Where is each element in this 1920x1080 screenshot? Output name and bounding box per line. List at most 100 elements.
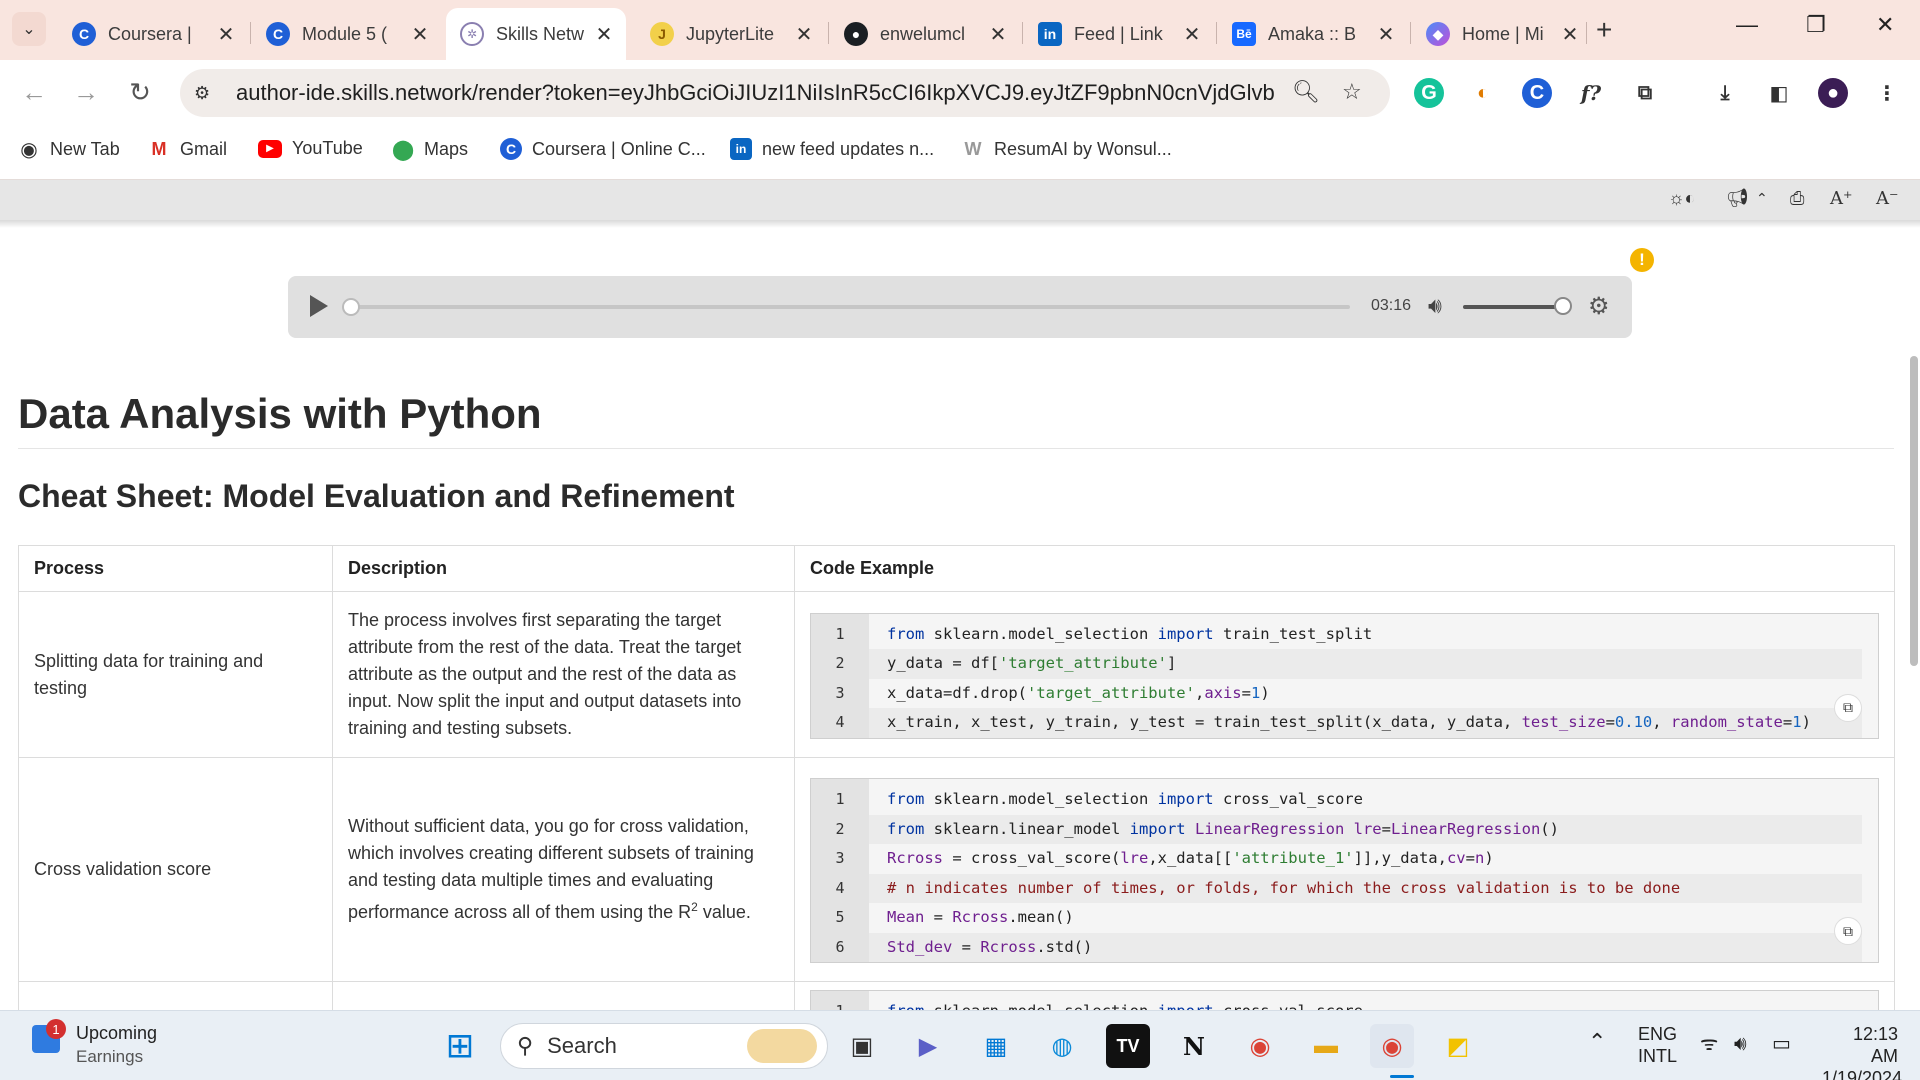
sticky-notes-icon[interactable]: ◩ [1436, 1024, 1480, 1068]
edge-browser-icon[interactable]: ◍ [1040, 1024, 1084, 1068]
teams-meet-icon[interactable]: ▶ [906, 1024, 950, 1068]
volume-slider[interactable] [1463, 305, 1563, 309]
scrollbar-thumb[interactable] [1910, 356, 1918, 666]
tab-linkedin-feed[interactable]: in Feed | Link ✕ [1024, 8, 1214, 60]
back-arrow-icon[interactable]: ← [16, 74, 52, 110]
file-explorer-icon[interactable]: ▬ [1304, 1024, 1348, 1068]
download-icon[interactable]: ⤓ [1710, 78, 1740, 108]
code-block[interactable]: 1 from sklearn.model_selection import cr… [810, 990, 1879, 1010]
tab-microsoft-home[interactable]: ◆ Home | Mi ✕ [1412, 8, 1592, 60]
bookmark-star-icon[interactable]: ☆ [1342, 79, 1362, 105]
windows-start-icon[interactable]: ⊞ [438, 1024, 482, 1068]
microsoft-store-icon[interactable]: ▦ [974, 1024, 1018, 1068]
code-line: from sklearn.linear_model import LinearR… [869, 814, 1862, 844]
page-content: ! 03:16 🔊︎ ⚙ Data Analysis with Python C… [0, 228, 1906, 1010]
notion-icon[interactable]: N [1172, 1024, 1216, 1068]
bookmark-youtube[interactable]: ▶ YouTube [258, 138, 363, 159]
color-picker-extension-icon[interactable]: ◐ [1468, 78, 1498, 108]
extensions-puzzle-icon[interactable]: ⧉ [1630, 78, 1660, 108]
address-bar[interactable]: ⚙ author-ide.skills.network/render?token… [180, 69, 1390, 117]
taskbar-search-box[interactable]: ⚲ Search [500, 1023, 828, 1069]
audio-progress-track[interactable] [350, 305, 1350, 309]
coursera-icon: C [266, 22, 290, 46]
new-tab-plus-icon[interactable]: + [1596, 14, 1612, 46]
browser-toolbar: ← → ↻ ⚙ author-ide.skills.network/render… [0, 60, 1920, 126]
language-indicator[interactable]: ENG INTL [1638, 1023, 1677, 1067]
page-scrollbar[interactable] [1906, 228, 1920, 1010]
url-text[interactable]: author-ide.skills.network/render?token=e… [236, 80, 1276, 106]
tab-title: Skills Netw [496, 23, 585, 44]
notification-badge: 1 [46, 1019, 66, 1039]
more-menu-icon[interactable]: ⋮ [1872, 78, 1902, 108]
bookmark-gmail[interactable]: M Gmail [148, 138, 228, 160]
tab-jupyterlite[interactable]: J JupyterLite ✕ [636, 8, 826, 60]
chrome-profile-active-icon[interactable]: ◉ [1370, 1024, 1414, 1068]
formula-extension-icon[interactable]: f? [1576, 78, 1606, 108]
clock-time: 12:13 AM [1852, 1024, 1898, 1066]
restore-icon[interactable]: ❐ [1806, 12, 1826, 38]
tab-search-chevron-icon[interactable]: ⌄ [12, 12, 46, 46]
increase-font-icon[interactable]: A⁺ [1830, 188, 1853, 209]
warning-icon[interactable]: ! [1630, 248, 1654, 272]
page-title: Data Analysis with Python [18, 390, 542, 437]
code-line: Rcross = cross_val_score(lre,x_data[['at… [869, 844, 1862, 874]
bookmark-new-tab[interactable]: ◉ New Tab [18, 138, 119, 161]
close-tab-icon[interactable]: ✕ [594, 22, 614, 47]
close-tab-icon[interactable]: ✕ [988, 22, 1008, 47]
close-tab-icon[interactable]: ✕ [1560, 22, 1580, 47]
copy-code-icon[interactable]: ⧉ [1834, 917, 1862, 945]
tab-behance[interactable]: Bē Amaka :: B ✕ [1218, 8, 1408, 60]
copy-code-icon[interactable]: ⧉ [1834, 693, 1862, 722]
site-info-icon[interactable]: ⚙ [194, 83, 234, 104]
volume-icon[interactable]: 🔊︎ [1428, 293, 1442, 319]
close-tab-icon[interactable]: ✕ [1182, 22, 1202, 47]
clock[interactable]: 12:13 AM 1/19/2024 [1822, 1023, 1902, 1080]
player-settings-gear-icon[interactable]: ⚙ [1588, 292, 1610, 321]
collapse-chevron-icon[interactable]: ⌃ [1756, 190, 1768, 207]
forward-arrow-icon[interactable]: → [68, 74, 104, 110]
close-tab-icon[interactable]: ✕ [216, 22, 236, 47]
announce-megaphone-icon[interactable]: 📢︎ [1726, 188, 1749, 209]
close-window-icon[interactable]: ✕ [1876, 12, 1894, 38]
coursera-extension-icon[interactable]: C [1522, 78, 1552, 108]
zoom-search-icon[interactable]: 🔍︎ [1292, 79, 1320, 105]
profile-avatar[interactable]: ● [1818, 78, 1848, 108]
bookmark-linkedin[interactable]: in new feed updates n... [730, 138, 934, 160]
side-panel-icon[interactable]: ◧ [1764, 78, 1794, 108]
battery-icon[interactable]: ▭ [1772, 1033, 1791, 1055]
windows-taskbar: 1 Upcoming Earnings ⊞ ⚲ Search ▣ ▶ ▦ ◍ T… [0, 1010, 1920, 1080]
code-line: from sklearn.model_selection import cros… [869, 785, 1862, 815]
minimize-icon[interactable]: — [1736, 12, 1758, 38]
tab-title: JupyterLite [686, 23, 775, 44]
tab-coursera[interactable]: C Coursera | ✕ [58, 8, 248, 60]
tab-skills-network[interactable]: ✲ Skills Netw ✕ [446, 8, 626, 60]
close-tab-icon[interactable]: ✕ [410, 22, 430, 47]
tab-module-5[interactable]: C Module 5 ( ✕ [252, 8, 442, 60]
task-view-icon[interactable]: ▣ [840, 1024, 884, 1068]
reload-icon[interactable]: ↻ [122, 74, 158, 110]
chrome-icon[interactable]: ◉ [1238, 1024, 1282, 1068]
widget-title[interactable]: Upcoming [76, 1023, 157, 1044]
jupyter-icon: J [650, 22, 674, 46]
description-text: value. [697, 902, 751, 922]
play-icon[interactable] [310, 295, 328, 317]
bookmark-coursera[interactable]: C Coursera | Online C... [500, 138, 706, 160]
print-icon[interactable]: ⎙ [1790, 188, 1804, 209]
audio-progress-handle[interactable] [342, 298, 360, 316]
close-tab-icon[interactable]: ✕ [794, 22, 814, 47]
grammarly-extension-icon[interactable]: G [1414, 78, 1444, 108]
speaker-icon[interactable]: 🔊︎ [1734, 1033, 1747, 1055]
bookmark-maps[interactable]: ⬤ Maps [392, 138, 468, 161]
decrease-font-icon[interactable]: A⁻ [1876, 188, 1899, 209]
code-block[interactable]: 1 2 3 4 from sklearn.model_selection imp… [810, 612, 1879, 739]
tradingview-icon[interactable]: TV [1106, 1024, 1150, 1068]
wifi-icon[interactable]: ᯤ [1700, 1033, 1718, 1055]
code-block[interactable]: 1 2 3 4 5 6 from sklearn.model_selection… [810, 778, 1879, 963]
tab-github[interactable]: ● enwelumcl ✕ [830, 8, 1020, 60]
show-hidden-icons-chevron[interactable]: ⌃ [1588, 1031, 1606, 1053]
close-tab-icon[interactable]: ✕ [1376, 22, 1396, 47]
code-line: y_data = df['target_attribute'] [869, 649, 1862, 679]
bookmark-resumai[interactable]: W ResumAI by Wonsul... [962, 138, 1172, 160]
volume-handle[interactable] [1554, 297, 1572, 315]
contrast-toggle-icon[interactable]: ☼◐ [1668, 188, 1695, 209]
